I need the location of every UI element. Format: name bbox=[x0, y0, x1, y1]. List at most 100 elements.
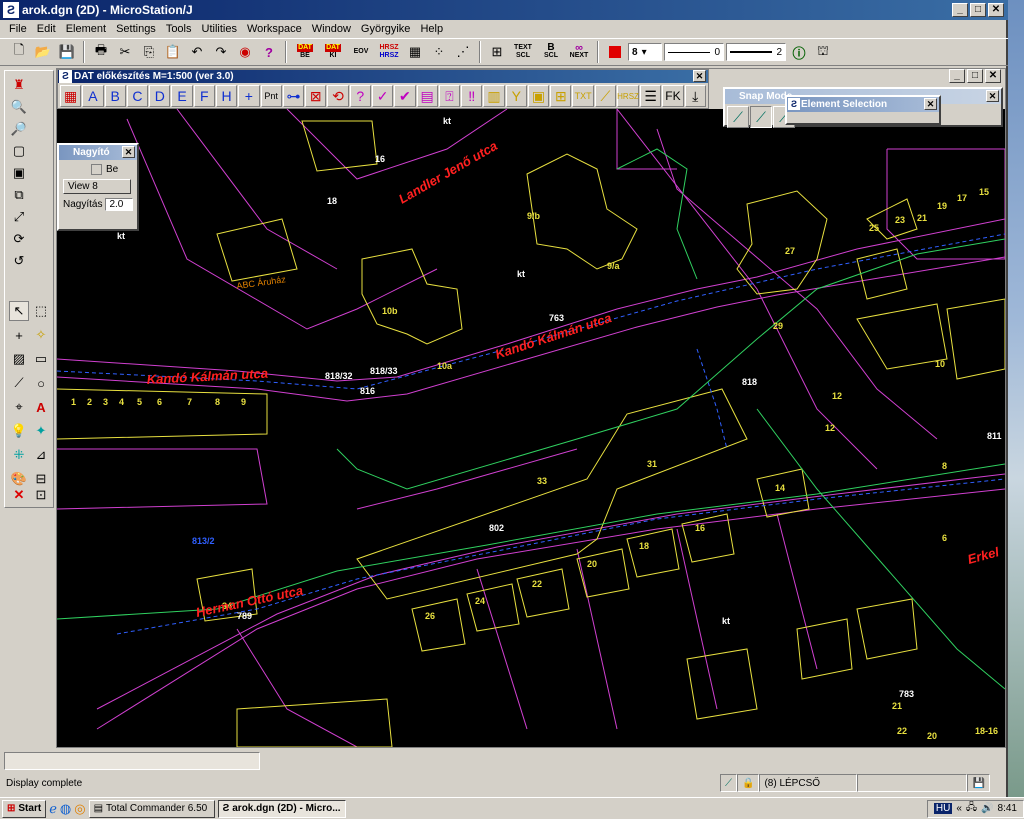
dat-layers-icon[interactable]: ▥ bbox=[483, 85, 505, 107]
menu-gyorgyike[interactable]: Györgyike bbox=[356, 23, 416, 35]
rotate-view-icon[interactable]: ⧉ bbox=[9, 185, 29, 205]
dat-panel-title[interactable]: Ƨ DAT előkészítés M=1:500 (ver 3.0) ✕ bbox=[58, 70, 708, 83]
update-view-icon[interactable]: ⟳ bbox=[9, 229, 29, 249]
nagyito-title[interactable]: Nagyító ✕ bbox=[59, 145, 137, 160]
quicklaunch-globe-icon[interactable]: ◍ bbox=[60, 801, 71, 817]
network-icon[interactable]: 🖧 bbox=[966, 800, 977, 817]
menu-tools[interactable]: Tools bbox=[161, 23, 197, 35]
dat-letter-c-button[interactable]: C bbox=[126, 85, 149, 107]
start-button[interactable]: ⊞ Start bbox=[2, 799, 47, 818]
snap-mode-close-button[interactable]: ✕ bbox=[986, 90, 999, 102]
dat-exclaim-icon[interactable]: ‼ bbox=[461, 85, 483, 107]
be-checkbox[interactable] bbox=[91, 164, 102, 175]
lock-icon[interactable]: 🔒 bbox=[737, 774, 760, 792]
dat-arrow-icon[interactable]: ⤓ bbox=[684, 85, 706, 107]
circle-tool-icon[interactable]: ○ bbox=[31, 373, 51, 393]
dat-tool-icon[interactable]: Y bbox=[505, 85, 527, 107]
line-style-combo[interactable]: 0 bbox=[664, 43, 724, 61]
dat-check-icon[interactable]: ✓ bbox=[371, 85, 394, 107]
cad-drawing-canvas[interactable]: 16 18 9/b 9/a 10b 10a 27 29 25 23 21 19 … bbox=[56, 108, 1006, 781]
info-icon[interactable]: ⓘ bbox=[788, 41, 810, 63]
fit-view-icon[interactable]: ▣ bbox=[9, 163, 29, 183]
help-icon[interactable]: ? bbox=[258, 41, 280, 63]
view-maximize-button[interactable]: □ bbox=[967, 69, 983, 83]
minimize-button[interactable]: _ bbox=[952, 3, 968, 17]
dat-letter-b-button[interactable]: B bbox=[104, 85, 126, 107]
dat-help-box-icon[interactable]: ⍰ bbox=[438, 85, 461, 107]
redo-icon[interactable]: ↷ bbox=[210, 41, 232, 63]
dat-grid-icon[interactable]: ▤ bbox=[416, 85, 438, 107]
nagyitas-input[interactable]: 2.0 bbox=[105, 198, 133, 211]
task-microstation[interactable]: Ƨ arok.dgn (2D) - Micro... bbox=[217, 799, 346, 818]
dat-letter-e-button[interactable]: E bbox=[171, 85, 193, 107]
text-scl-button[interactable]: TEXT SCL bbox=[510, 40, 536, 64]
print-icon[interactable]: 🖶 bbox=[90, 41, 112, 63]
dat-move-icon[interactable]: ⊞ bbox=[550, 85, 572, 107]
level-combo[interactable]: 8 ▾ bbox=[628, 43, 662, 61]
eov-button[interactable]: EOV bbox=[348, 40, 374, 64]
element-selection-title[interactable]: Ƨ Element Selection ✕ bbox=[787, 97, 939, 112]
dat-grid-red-icon[interactable]: ▦ bbox=[60, 85, 82, 107]
nagyito-close-button[interactable]: ✕ bbox=[122, 146, 135, 158]
b-scl-button[interactable]: B SCL bbox=[538, 40, 564, 64]
cells-icon[interactable]: ⊞ bbox=[486, 41, 508, 63]
dat-text-icon[interactable]: TXT bbox=[572, 85, 594, 107]
dat-letter-h-button[interactable]: H bbox=[215, 85, 238, 107]
view-minimize-button[interactable]: _ bbox=[949, 69, 965, 83]
next-button[interactable]: ∞ NEXT bbox=[566, 40, 592, 64]
tray-expand-icon[interactable]: « bbox=[956, 803, 962, 814]
dat-check-down-icon[interactable]: ✔ bbox=[394, 85, 416, 107]
points-icon[interactable]: ⁘ bbox=[428, 41, 450, 63]
fill-shape-icon[interactable]: ▨ bbox=[9, 349, 29, 369]
fence-icon[interactable]: ♜ bbox=[9, 75, 29, 95]
dat-panel-close-button[interactable]: ✕ bbox=[693, 70, 706, 82]
cut-icon[interactable]: ✂ bbox=[114, 41, 136, 63]
menu-file[interactable]: File bbox=[4, 23, 32, 35]
title-bar[interactable]: Ƨ arok.dgn (2D) - MicroStation/J _ □ ✕ bbox=[0, 0, 1008, 20]
dat-question-icon[interactable]: ? bbox=[349, 85, 371, 107]
modify-icon[interactable]: ⊿ bbox=[31, 445, 51, 465]
group-icon[interactable]: ⊡ bbox=[31, 485, 51, 505]
status-save-icon[interactable]: 💾 bbox=[967, 774, 990, 792]
new-file-icon[interactable]: 🗋 bbox=[8, 41, 30, 63]
save-icon[interactable]: 💾 bbox=[56, 41, 78, 63]
copy-move-icon[interactable]: ⁜ bbox=[9, 445, 29, 465]
menu-settings[interactable]: Settings bbox=[111, 23, 161, 35]
quicklaunch-media-icon[interactable]: ◎ bbox=[74, 801, 85, 817]
dat-be-button[interactable]: DAT BE bbox=[292, 40, 318, 64]
snap-nearest-icon[interactable]: ⟋ bbox=[750, 106, 772, 128]
view-select-button[interactable]: View 8 bbox=[63, 179, 131, 194]
open-folder-icon[interactable]: 📂 bbox=[32, 41, 54, 63]
maximize-button[interactable]: □ bbox=[970, 3, 986, 17]
zoom-out-icon[interactable]: 🔎 bbox=[9, 119, 29, 139]
dat-box-icon[interactable]: ▣ bbox=[527, 85, 550, 107]
paste-icon[interactable]: 📋 bbox=[162, 41, 184, 63]
language-indicator[interactable]: HU bbox=[933, 803, 953, 814]
menu-help[interactable]: Help bbox=[415, 23, 448, 35]
grid-table-icon[interactable]: ▦ bbox=[404, 41, 426, 63]
menu-utilities[interactable]: Utilities bbox=[197, 23, 242, 35]
dat-plus-icon[interactable]: + bbox=[238, 85, 260, 107]
measure-icon[interactable]: ⌖ bbox=[9, 397, 29, 417]
dat-letter-f-button[interactable]: F bbox=[193, 85, 215, 107]
dat-wave-icon[interactable]: ⊶ bbox=[282, 85, 305, 107]
dat-cross-box-icon[interactable]: ⊠ bbox=[305, 85, 327, 107]
line-tool-icon[interactable]: ⟋ bbox=[9, 373, 29, 393]
select-box-icon[interactable]: ⬚ bbox=[31, 301, 51, 321]
hrsz-button[interactable]: HRSZ HRSZ bbox=[376, 40, 402, 64]
window-area-icon[interactable]: ▢ bbox=[9, 141, 29, 161]
snap-indicator-icon[interactable]: ⟋ bbox=[720, 774, 737, 792]
dat-hrsz-icon[interactable]: HRSZ bbox=[617, 85, 640, 107]
dat-letter-d-button[interactable]: D bbox=[149, 85, 171, 107]
copy-icon[interactable]: ⎘ bbox=[138, 41, 160, 63]
cell-place-icon[interactable]: 💡 bbox=[9, 421, 29, 441]
line-weight-combo[interactable]: 2 bbox=[726, 43, 786, 61]
dat-fk-button[interactable]: FK bbox=[662, 85, 684, 107]
volume-icon[interactable]: 🔊 bbox=[981, 803, 993, 814]
dat-line-icon[interactable]: ⟋ bbox=[594, 85, 617, 107]
menu-element[interactable]: Element bbox=[61, 23, 111, 35]
delete-icon[interactable]: ✕ bbox=[9, 485, 29, 505]
rectangle-icon[interactable]: ▭ bbox=[31, 349, 51, 369]
render-icon[interactable]: ◉ bbox=[234, 41, 256, 63]
close-button[interactable]: ✕ bbox=[988, 3, 1004, 17]
